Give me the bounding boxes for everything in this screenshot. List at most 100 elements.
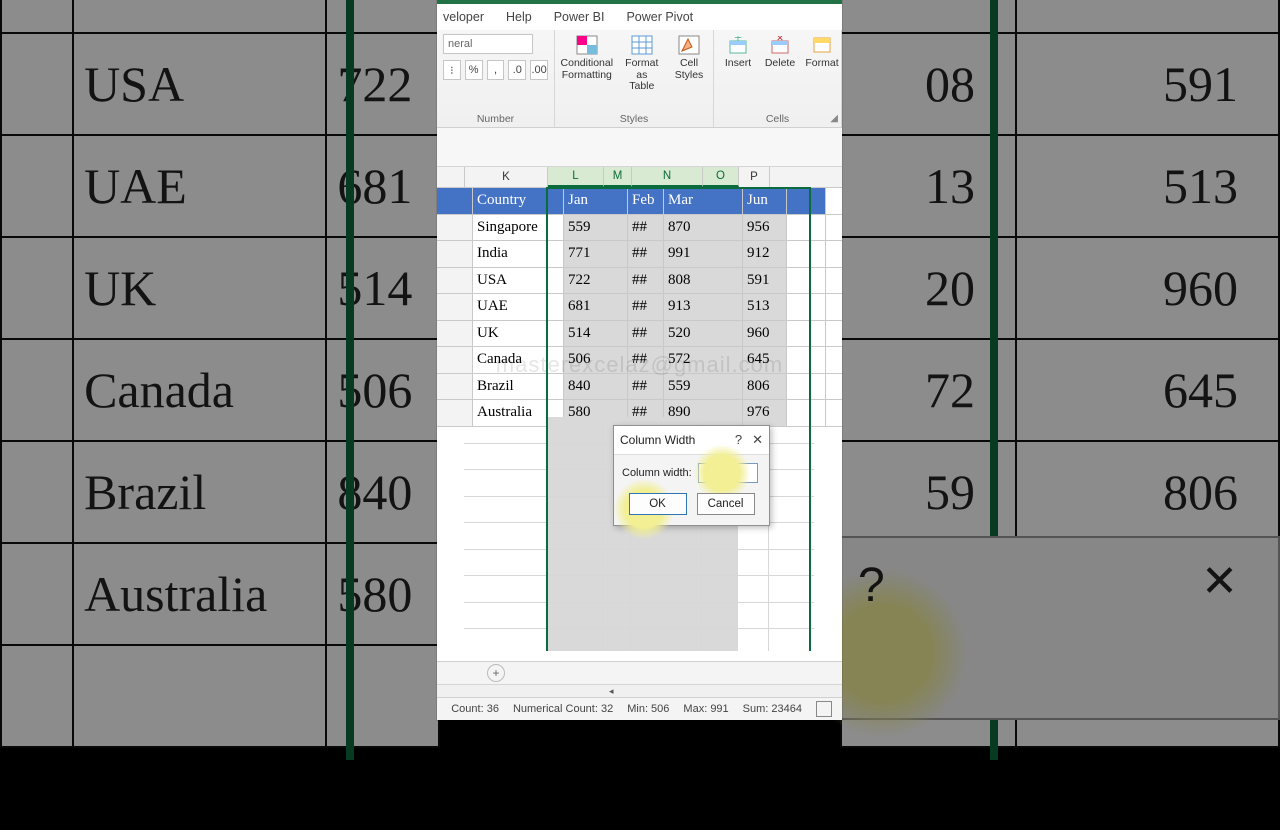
cell[interactable]: Canada: [473, 347, 564, 373]
column-header-K[interactable]: K: [465, 167, 548, 187]
cell[interactable]: UK: [473, 321, 564, 347]
cell[interactable]: [787, 241, 826, 267]
cell[interactable]: ##: [628, 321, 664, 347]
ribbon-tab-powerbi[interactable]: Power BI: [554, 10, 605, 24]
table-row: Canada506##572645: [437, 347, 842, 374]
formula-bar-area: [437, 128, 842, 167]
format-cells-button[interactable]: Format: [804, 34, 840, 70]
column-header-P[interactable]: P: [739, 167, 770, 187]
cell[interactable]: 514: [564, 321, 628, 347]
cell[interactable]: ##: [628, 215, 664, 241]
cell[interactable]: 913: [664, 294, 743, 320]
conditional-formatting-icon: [576, 34, 598, 56]
excel-window: veloper Help Power BI Power Pivot neral …: [437, 0, 842, 720]
cell[interactable]: ##: [628, 294, 664, 320]
cell[interactable]: 912: [743, 241, 787, 267]
cell[interactable]: ##: [628, 374, 664, 400]
cell[interactable]: [787, 294, 826, 320]
dialog-close-icon[interactable]: ✕: [752, 432, 763, 448]
column-header-L[interactable]: L: [548, 167, 604, 187]
cell[interactable]: 722: [564, 268, 628, 294]
format-as-table-button[interactable]: Format as Table: [619, 34, 665, 93]
table-row: UK514##520960: [437, 321, 842, 348]
cell[interactable]: 559: [564, 215, 628, 241]
cell[interactable]: Brazil: [473, 374, 564, 400]
decrease-decimal-button-2[interactable]: .00: [530, 60, 548, 80]
cell-styles-icon: [678, 34, 700, 56]
cell[interactable]: 808: [664, 268, 743, 294]
cell[interactable]: 520: [664, 321, 743, 347]
cell[interactable]: 513: [743, 294, 787, 320]
sheet-tab-strip[interactable]: +: [437, 661, 842, 684]
ribbon-group-label-cells: Cells: [720, 113, 835, 125]
ribbon-tab-help[interactable]: Help: [506, 10, 532, 24]
delete-icon: ✕: [769, 34, 791, 56]
percent-button[interactable]: %: [465, 60, 483, 80]
cell[interactable]: 506: [564, 347, 628, 373]
background-dialog-zoom: ?✕: [836, 536, 1280, 720]
cell[interactable]: [787, 321, 826, 347]
cell[interactable]: [787, 374, 826, 400]
cell[interactable]: India: [473, 241, 564, 267]
cell[interactable]: Jun: [743, 188, 787, 214]
ribbon-tab-strip: veloper Help Power BI Power Pivot: [437, 4, 842, 30]
cell[interactable]: 645: [743, 347, 787, 373]
cell[interactable]: 956: [743, 215, 787, 241]
new-sheet-button[interactable]: +: [487, 664, 505, 682]
cell[interactable]: Singapore: [473, 215, 564, 241]
table-row: Brazil840##559806: [437, 374, 842, 401]
cell[interactable]: 591: [743, 268, 787, 294]
cell[interactable]: [787, 268, 826, 294]
cell[interactable]: Mar: [664, 188, 743, 214]
cell[interactable]: 870: [664, 215, 743, 241]
cell[interactable]: Country: [473, 188, 564, 214]
cell[interactable]: Feb: [628, 188, 664, 214]
decrease-decimal-button[interactable]: ⁝: [443, 60, 461, 80]
cell[interactable]: 771: [564, 241, 628, 267]
column-header-row: KLMNOP: [437, 167, 842, 188]
cell[interactable]: ##: [628, 347, 664, 373]
cell[interactable]: ##: [628, 268, 664, 294]
horizontal-scrollbar[interactable]: ◂: [437, 684, 842, 697]
svg-text:✕: ✕: [776, 36, 784, 43]
comma-button[interactable]: ,: [487, 60, 505, 80]
header-row: CountryJanFebMarJun: [437, 188, 842, 215]
cell[interactable]: ##: [628, 241, 664, 267]
cell[interactable]: 572: [664, 347, 743, 373]
column-width-input[interactable]: [698, 463, 758, 483]
cell[interactable]: 681: [564, 294, 628, 320]
number-format-dropdown[interactable]: neral: [443, 34, 533, 54]
ribbon-tab-developer[interactable]: veloper: [443, 10, 484, 24]
cell[interactable]: 806: [743, 374, 787, 400]
cancel-button[interactable]: Cancel: [697, 493, 755, 515]
conditional-formatting-button[interactable]: Conditional Formatting: [561, 34, 613, 81]
ribbon: neral ⁝ % , .0 .00 Number ◢ Conditional …: [437, 30, 842, 128]
table-row: USA722##808591: [437, 268, 842, 295]
worksheet-grid[interactable]: KLMNOP CountryJanFebMarJunSingapore559##…: [437, 167, 842, 651]
cell[interactable]: USA: [473, 268, 564, 294]
cell[interactable]: Jan: [564, 188, 628, 214]
column-header-M[interactable]: M: [604, 167, 632, 187]
number-dialog-launcher-icon[interactable]: ◢: [830, 113, 838, 124]
column-width-dialog: Column Width ? ✕ Column width: OK Cancel: [613, 425, 770, 526]
insert-cells-button[interactable]: ＋ Insert: [720, 34, 756, 70]
ok-button[interactable]: OK: [629, 493, 687, 515]
column-header-O[interactable]: O: [703, 167, 739, 187]
cell[interactable]: [787, 188, 826, 214]
cell[interactable]: 960: [743, 321, 787, 347]
increase-decimal-button[interactable]: .0: [508, 60, 526, 80]
cell[interactable]: [787, 215, 826, 241]
cell[interactable]: 559: [664, 374, 743, 400]
cell[interactable]: UAE: [473, 294, 564, 320]
cell[interactable]: 840: [564, 374, 628, 400]
cell[interactable]: [787, 347, 826, 373]
cell[interactable]: 991: [664, 241, 743, 267]
format-icon: [811, 34, 833, 56]
ribbon-tab-powerpivot[interactable]: Power Pivot: [626, 10, 693, 24]
column-width-label: Column width:: [622, 467, 692, 479]
cell-styles-button[interactable]: Cell Styles: [671, 34, 707, 81]
delete-cells-button[interactable]: ✕ Delete: [762, 34, 798, 70]
dialog-help-icon[interactable]: ?: [735, 432, 742, 448]
column-header-N[interactable]: N: [632, 167, 703, 187]
view-normal-icon[interactable]: [816, 701, 832, 717]
